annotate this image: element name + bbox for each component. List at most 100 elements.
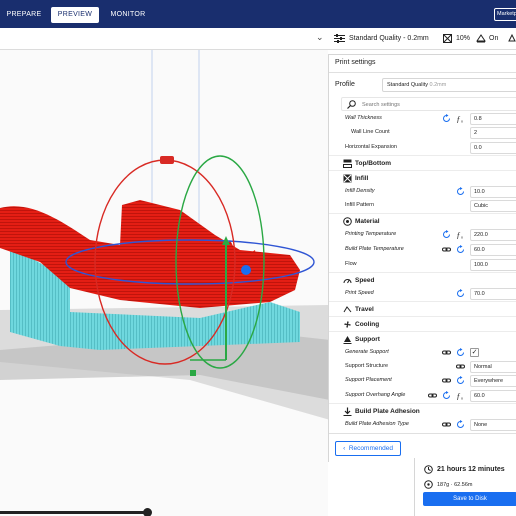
profile-name: Standard Quality - 0.2mm xyxy=(349,35,429,42)
category-speed[interactable]: Speed xyxy=(329,272,516,287)
category-travel[interactable]: Travel xyxy=(329,301,516,316)
category-build-plate-adhesion[interactable]: Build Plate Adhesion xyxy=(329,403,516,418)
category-top-bottom[interactable]: Top/Bottom xyxy=(329,155,516,170)
setting-label: Support Overhang Angle xyxy=(345,392,406,398)
setting-row-generate-support: Generate Support ✓ xyxy=(329,346,516,360)
3d-viewport[interactable] xyxy=(0,50,328,516)
function-icon[interactable]: fx xyxy=(456,114,465,123)
settings-search[interactable] xyxy=(341,97,516,111)
printer-selector-bar: ⌄ xyxy=(0,28,328,50)
profile-dropdown[interactable]: Standard Quality 0.2mm xyxy=(382,78,516,92)
setting-value-field[interactable]: 0.0 xyxy=(470,142,516,154)
reset-icon[interactable] xyxy=(442,114,451,123)
adhesion-icon xyxy=(343,407,352,416)
setting-row-flow: Flow 100.0 xyxy=(329,258,516,272)
setting-value-field[interactable]: Normal xyxy=(470,361,516,373)
function-icon[interactable]: fx xyxy=(456,391,465,400)
layer-slider-track[interactable] xyxy=(0,511,148,514)
setting-row-infill-density: Infill Density 10.0 xyxy=(329,185,516,199)
setting-label: Generate Support xyxy=(345,349,389,355)
reset-icon[interactable] xyxy=(442,391,451,400)
reset-icon[interactable] xyxy=(456,187,465,196)
fan-icon xyxy=(344,321,351,328)
link-icon[interactable] xyxy=(442,376,451,385)
generate-support-checkbox[interactable]: ✓ xyxy=(470,348,479,357)
setting-value-field[interactable]: 100.0 xyxy=(470,259,516,271)
infill-value: 10% xyxy=(456,35,471,42)
setting-label: Infill Pattern xyxy=(345,202,375,208)
setting-value-field[interactable]: 70.0 xyxy=(470,288,516,300)
setting-label: Infill Density xyxy=(345,188,375,194)
svg-text:x: x xyxy=(461,235,463,240)
setting-row-infill-pattern: Infill Pattern Cubic xyxy=(329,199,516,213)
reset-icon[interactable] xyxy=(456,289,465,298)
setting-row-support-placement: Support Placement Everywhere xyxy=(329,374,516,388)
category-label: Infill xyxy=(355,175,369,182)
category-label: Material xyxy=(355,218,380,225)
divider xyxy=(329,433,516,434)
setting-row-print-speed: Print Speed 70.0 xyxy=(329,287,516,301)
material-usage: 187g · 62.56m xyxy=(437,482,473,488)
reset-icon[interactable] xyxy=(456,376,465,385)
layers-icon xyxy=(343,159,352,168)
recommended-button[interactable]: ‹ Recommended xyxy=(335,441,401,456)
reset-icon[interactable] xyxy=(456,420,465,429)
infill-icon xyxy=(443,34,452,43)
setting-label: Support Placement xyxy=(345,377,392,383)
link-icon[interactable] xyxy=(442,348,451,357)
setting-value-field[interactable]: 0.8 xyxy=(470,113,516,125)
setting-row-build-plate-adhesion-type: Build Plate Adhesion Type None xyxy=(329,418,516,432)
print-setup-selector[interactable]: Standard Quality - 0.2mm 10% On xyxy=(328,28,516,50)
category-infill[interactable]: Infill xyxy=(329,170,516,185)
marketplace-button[interactable]: Marketp xyxy=(494,8,516,21)
support-value: On xyxy=(489,35,499,42)
tab-monitor[interactable]: MONITOR xyxy=(108,7,148,23)
category-cooling[interactable]: Cooling xyxy=(329,316,516,331)
svg-text:x: x xyxy=(461,119,463,124)
search-input[interactable] xyxy=(362,100,512,109)
setting-value-field[interactable]: 60.0 xyxy=(470,244,516,256)
setting-value-field[interactable]: Everywhere xyxy=(470,375,516,387)
reset-icon[interactable] xyxy=(456,245,465,254)
chevron-left-icon: ‹ xyxy=(343,445,346,452)
setting-value-field[interactable]: 10.0 xyxy=(470,186,516,198)
tab-preview[interactable]: PREVIEW xyxy=(51,7,99,23)
setting-label: Printing Temperature xyxy=(345,231,397,237)
profile-dropdown-value: Standard Quality xyxy=(387,82,428,88)
adhesion-icon xyxy=(508,33,516,42)
setting-value-field[interactable]: 2 xyxy=(470,127,516,139)
support-icon xyxy=(476,34,486,43)
setting-row-support-structure: Support Structure Normal xyxy=(329,360,516,374)
chevron-down-icon[interactable]: ⌄ xyxy=(316,32,324,43)
material-icon xyxy=(343,217,352,226)
print-time: 21 hours 12 minutes xyxy=(437,466,505,473)
save-to-disk-button[interactable]: Save to Disk xyxy=(423,492,516,506)
setting-row-printing-temperature: Printing Temperature fx 220.0 xyxy=(329,228,516,242)
setting-value-field[interactable]: 220.0 xyxy=(470,229,516,241)
setting-value-field[interactable]: None xyxy=(470,419,516,431)
link-icon[interactable] xyxy=(428,391,437,400)
category-label: Support xyxy=(355,336,380,343)
setting-value-field[interactable]: Cubic xyxy=(470,200,516,212)
category-label: Build Plate Adhesion xyxy=(355,408,420,415)
setting-row-horizontal-expansion: Horizontal Expansion 0.0 xyxy=(329,141,516,155)
category-support[interactable]: Support xyxy=(329,331,516,346)
function-icon[interactable]: fx xyxy=(456,230,465,239)
link-icon[interactable] xyxy=(442,420,451,429)
setting-value-field[interactable]: 60.0 xyxy=(470,390,516,402)
tab-prepare[interactable]: PREPARE xyxy=(4,7,44,23)
print-settings-panel: Print settings Profile Standard Quality … xyxy=(328,54,516,462)
layer-slider-handle[interactable] xyxy=(143,508,152,516)
setting-row-support-overhang-angle: Support Overhang Angle fx 60.0 xyxy=(329,389,516,403)
link-icon[interactable] xyxy=(442,245,451,254)
setting-label: Horizontal Expansion xyxy=(345,144,397,150)
infill-icon xyxy=(343,174,352,183)
setting-row-wall-thickness: Wall Thickness fx 0.8 xyxy=(329,112,516,126)
setting-label: Wall Line Count xyxy=(351,129,390,135)
model-preview xyxy=(0,50,328,420)
link-icon[interactable] xyxy=(456,362,465,371)
category-material[interactable]: Material xyxy=(329,213,516,228)
reset-icon[interactable] xyxy=(442,230,451,239)
reset-icon[interactable] xyxy=(456,348,465,357)
setting-label: Wall Thickness xyxy=(345,115,382,121)
